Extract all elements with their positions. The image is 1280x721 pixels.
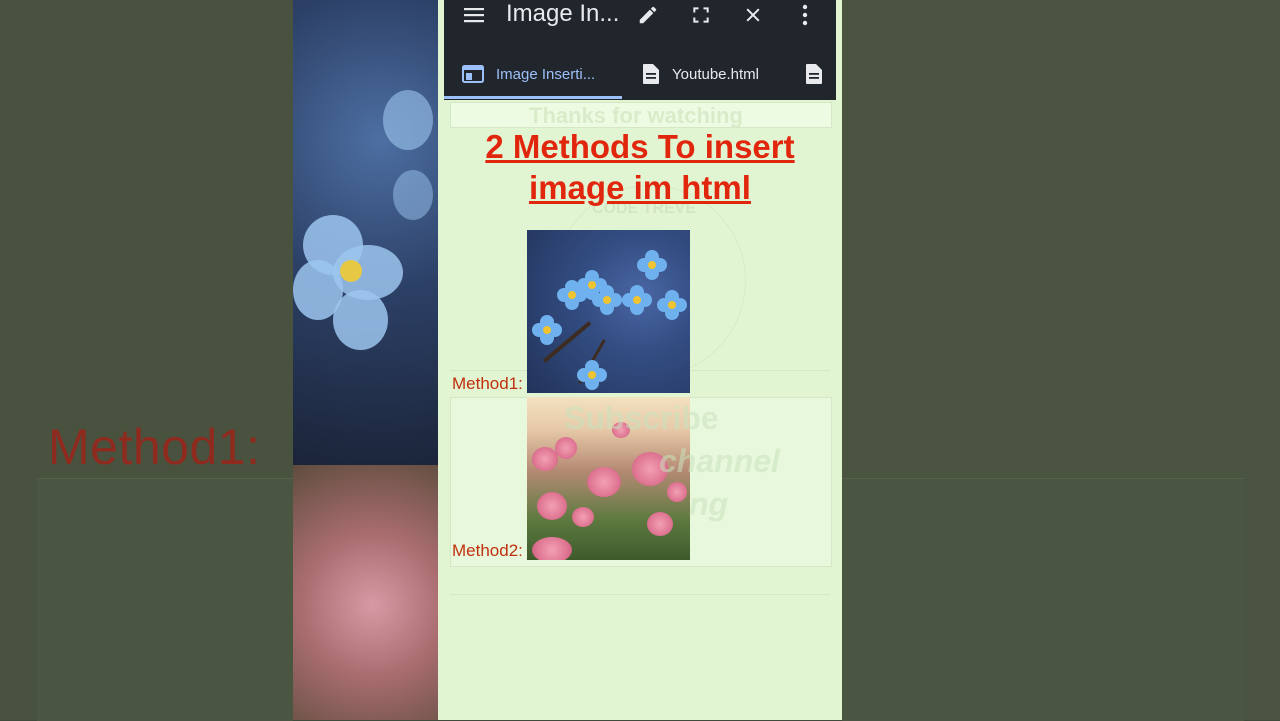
app-toolbar: Image In... Image Inserti... Youtube.htm… [444, 0, 836, 100]
pencil-icon[interactable] [626, 0, 670, 30]
active-tab-indicator [444, 96, 622, 99]
document-icon [642, 63, 660, 85]
ghost-banner: Thanks for watching [450, 102, 832, 128]
tab-youtube-html[interactable]: Youtube.html [642, 52, 759, 96]
ghost-overlay-subscribe: Subscribe [564, 400, 719, 436]
tab-third-file[interactable] [805, 52, 835, 96]
method1-row: Method1: [452, 230, 690, 393]
web-page-icon [462, 65, 484, 83]
method1-label: Method1: [452, 374, 523, 393]
file-tabs: Image Inserti... Youtube.html [444, 52, 836, 100]
page-heading: 2 Methods To insert image im html [485, 128, 795, 206]
method2-label: Method2: [452, 541, 523, 560]
tab-label: Youtube.html [672, 65, 760, 83]
divider [450, 594, 830, 595]
background-right-panel [842, 478, 1244, 721]
background-blue-flower [293, 0, 438, 465]
more-vert-icon[interactable] [783, 0, 827, 30]
blue-flower-image [526, 230, 690, 393]
tab-label: Image Inserti... [496, 65, 596, 83]
phone-screen: Image In... Image Inserti... Youtube.htm… [438, 0, 842, 720]
tab-image-insertion[interactable]: Image Inserti... [462, 52, 595, 96]
ghost-overlay-channel: channel [659, 443, 780, 479]
html-preview: Thanks for watching CODE TREVE 2 Methods… [444, 100, 836, 720]
menu-icon[interactable] [452, 0, 496, 30]
background-pink-flower [293, 465, 438, 720]
background-left-panel [37, 478, 293, 721]
fullscreen-icon[interactable] [679, 0, 723, 30]
ghost-overlay-ng: ng [689, 486, 729, 522]
document-icon [805, 63, 823, 85]
background-method-text: Method1: [48, 419, 261, 475]
app-title: Image In... [506, 0, 620, 27]
close-icon[interactable] [731, 0, 775, 30]
